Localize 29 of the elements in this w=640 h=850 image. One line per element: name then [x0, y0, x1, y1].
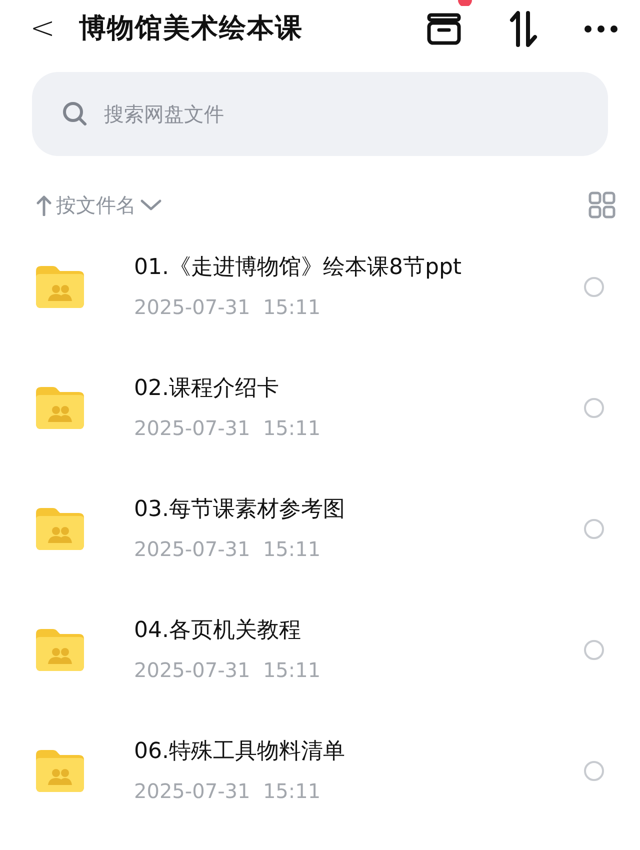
select-checkbox[interactable]: [584, 760, 604, 780]
shared-folder-icon: [34, 506, 86, 550]
folder-name[interactable]: 03.每节课素材参考图: [134, 493, 584, 526]
folder-name[interactable]: 04.各页机关教程: [134, 614, 584, 647]
chevron-down-icon: [140, 198, 162, 212]
modified-time: 2025-07-31 15:11: [134, 778, 322, 805]
folder-name[interactable]: 01.《走进博物馆》绘本课8节ppt: [134, 251, 584, 284]
select-checkbox[interactable]: [584, 276, 604, 296]
folder-title: 博物馆美术绘本课: [79, 12, 304, 46]
folder-name[interactable]: 02.课程介绍卡: [134, 372, 584, 405]
modified-time: 2025-07-31 15:11: [134, 657, 322, 684]
shared-folder-icon: [34, 264, 86, 308]
grid-view-icon[interactable]: [588, 191, 616, 219]
modified-time: 2025-07-31 15:11: [134, 536, 322, 563]
archive-icon[interactable]: [426, 12, 462, 46]
select-checkbox[interactable]: [584, 518, 604, 538]
back-button[interactable]: <: [30, 14, 56, 44]
shared-folder-icon: [34, 748, 86, 792]
more-icon[interactable]: [584, 25, 618, 33]
shared-folder-icon: [34, 386, 86, 430]
select-checkbox[interactable]: [584, 640, 604, 660]
sort-order-icon[interactable]: [508, 10, 538, 48]
sort-arrow-icon: [36, 194, 52, 216]
search-field[interactable]: 搜索网盘文件: [32, 72, 608, 156]
shared-folder-icon: [34, 628, 86, 672]
folder-name[interactable]: 06.特殊工具物料清单: [134, 735, 584, 768]
modified-time: 2025-07-31 15:11: [134, 294, 322, 321]
select-checkbox[interactable]: [584, 398, 604, 418]
modified-time: 2025-07-31 15:11: [134, 415, 322, 442]
